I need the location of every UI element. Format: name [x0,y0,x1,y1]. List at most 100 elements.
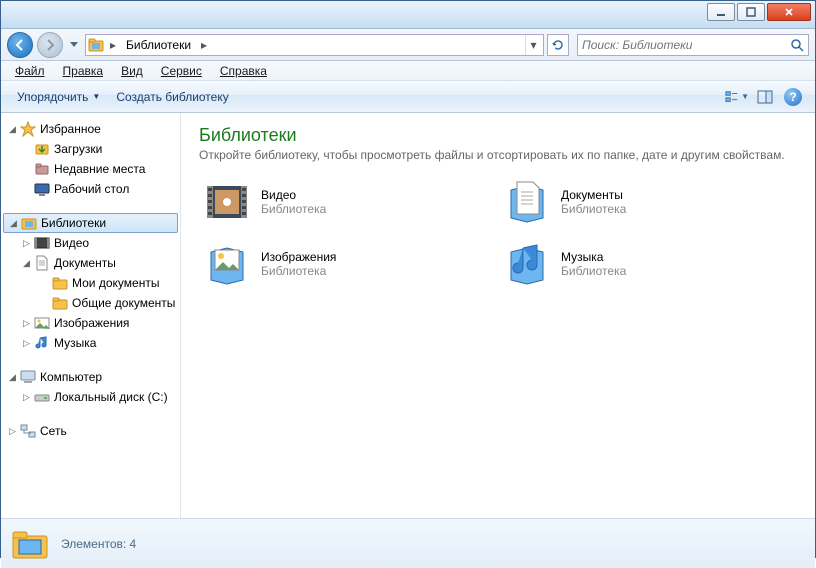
content-pane: Библиотеки Откройте библиотеку, чтобы пр… [181,113,815,518]
breadcrumb-history-dropdown[interactable]: ▾ [525,35,541,55]
sidebar-network[interactable]: ▷ Сеть [1,421,180,441]
search-icon [790,38,804,52]
library-type: Библиотека [261,202,326,216]
sidebar-recent[interactable]: Недавние места [1,159,180,179]
sidebar-libraries[interactable]: ◢ Библиотеки [3,213,178,233]
sidebar-video[interactable]: ▷ Видео [1,233,180,253]
sidebar-my-documents[interactable]: Мои документы [1,273,180,293]
recent-icon [34,161,50,177]
expand-icon[interactable]: ▷ [21,338,32,349]
sidebar-item-label: Загрузки [52,142,102,156]
organize-button[interactable]: Упорядочить▼ [9,86,108,108]
sidebar-desktop[interactable]: Рабочий стол [1,179,180,199]
library-name: Документы [561,188,626,202]
music-library-icon [503,240,551,288]
help-icon: ? [784,88,802,106]
libraries-icon [88,37,104,53]
sidebar-item-label: Компьютер [38,370,102,384]
new-library-button[interactable]: Создать библиотеку [108,86,236,108]
sidebar-item-label: Библиотеки [39,216,106,230]
expand-icon[interactable]: ▷ [21,238,32,249]
navbar: ▸ Библиотеки ▸ ▾ [1,29,815,61]
sidebar-documents[interactable]: ◢ Документы [1,253,180,273]
search-input[interactable] [582,38,790,52]
sidebar: ◢ Избранное Загрузки Недавние места Рабо… [1,113,181,518]
sidebar-music[interactable]: ▷ Музыка [1,333,180,353]
close-button[interactable] [767,3,811,21]
documents-icon [34,255,50,271]
sidebar-item-label: Музыка [52,336,96,350]
images-library-icon [203,240,251,288]
library-name: Музыка [561,250,626,264]
forward-button[interactable] [37,32,63,58]
menu-file[interactable]: Файл [7,62,53,80]
library-type: Библиотека [561,264,626,278]
sidebar-item-label: Недавние места [52,162,145,176]
expand-icon[interactable]: ▷ [21,318,32,329]
page-title: Библиотеки [199,125,797,146]
breadcrumb[interactable]: ▸ Библиотеки ▸ ▾ [85,34,544,56]
sidebar-favorites[interactable]: ◢ Избранное [1,119,180,139]
refresh-button[interactable] [547,34,569,56]
page-subtitle: Откройте библиотеку, чтобы просмотреть ф… [199,148,797,162]
sidebar-item-label: Рабочий стол [52,182,129,196]
menu-help[interactable]: Справка [212,62,275,80]
documents-library-icon [503,178,551,226]
breadcrumb-root-arrow[interactable]: ▸ [108,38,118,52]
libraries-status-icon [11,528,49,560]
menubar: Файл Правка Вид Сервис Справка [1,61,815,81]
sidebar-local-disk[interactable]: ▷ Локальный диск (C:) [1,387,180,407]
images-icon [34,315,50,331]
library-item-music[interactable]: МузыкаБиблиотека [499,236,789,292]
minimize-button[interactable] [707,3,735,21]
status-text: Элементов: 4 [61,537,136,551]
statusbar: Элементов: 4 [1,518,815,568]
collapse-icon[interactable]: ◢ [21,258,32,269]
collapse-icon[interactable]: ◢ [7,124,18,135]
computer-icon [20,369,36,385]
collapse-icon[interactable]: ◢ [7,372,18,383]
sidebar-favorites-label: Избранное [38,122,101,136]
sidebar-images[interactable]: ▷ Изображения [1,313,180,333]
recent-locations-dropdown[interactable] [67,35,81,55]
sidebar-item-label: Мои документы [70,276,159,290]
preview-pane-button[interactable] [753,85,777,109]
sidebar-downloads[interactable]: Загрузки [1,139,180,159]
folder-icon [52,295,68,311]
help-button[interactable]: ? [781,85,805,109]
back-button[interactable] [7,32,33,58]
disk-icon [34,389,50,405]
library-name: Видео [261,188,326,202]
video-icon [34,235,50,251]
sidebar-item-label: Видео [52,236,89,250]
library-item-documents[interactable]: ДокументыБиблиотека [499,174,789,230]
expand-icon[interactable]: ▷ [21,392,32,403]
search-box[interactable] [577,34,809,56]
desktop-icon [34,181,50,197]
library-name: Изображения [261,250,336,264]
maximize-button[interactable] [737,3,765,21]
library-type: Библиотека [561,202,626,216]
sidebar-item-label: Изображения [52,316,129,330]
collapse-icon[interactable]: ◢ [8,218,19,229]
libraries-icon [21,215,37,231]
network-icon [20,423,36,439]
sidebar-public-documents[interactable]: Общие документы [1,293,180,313]
toolbar: Упорядочить▼ Создать библиотеку ▼ ? [1,81,815,113]
sidebar-computer[interactable]: ◢ Компьютер [1,367,180,387]
menu-edit[interactable]: Правка [55,62,112,80]
menu-view[interactable]: Вид [113,62,151,80]
downloads-icon [34,141,50,157]
view-options-button[interactable]: ▼ [725,85,749,109]
library-item-images[interactable]: ИзображенияБиблиотека [199,236,489,292]
sidebar-item-label: Локальный диск (C:) [52,390,168,404]
library-type: Библиотека [261,264,336,278]
sidebar-item-label: Документы [52,256,116,270]
expand-icon[interactable]: ▷ [7,426,18,437]
music-icon [34,335,50,351]
menu-tools[interactable]: Сервис [153,62,210,80]
library-item-video[interactable]: ВидеоБиблиотека [199,174,489,230]
sidebar-item-label: Сеть [38,424,67,438]
breadcrumb-arrow[interactable]: ▸ [199,38,209,52]
breadcrumb-libraries[interactable]: Библиотеки [122,38,195,52]
